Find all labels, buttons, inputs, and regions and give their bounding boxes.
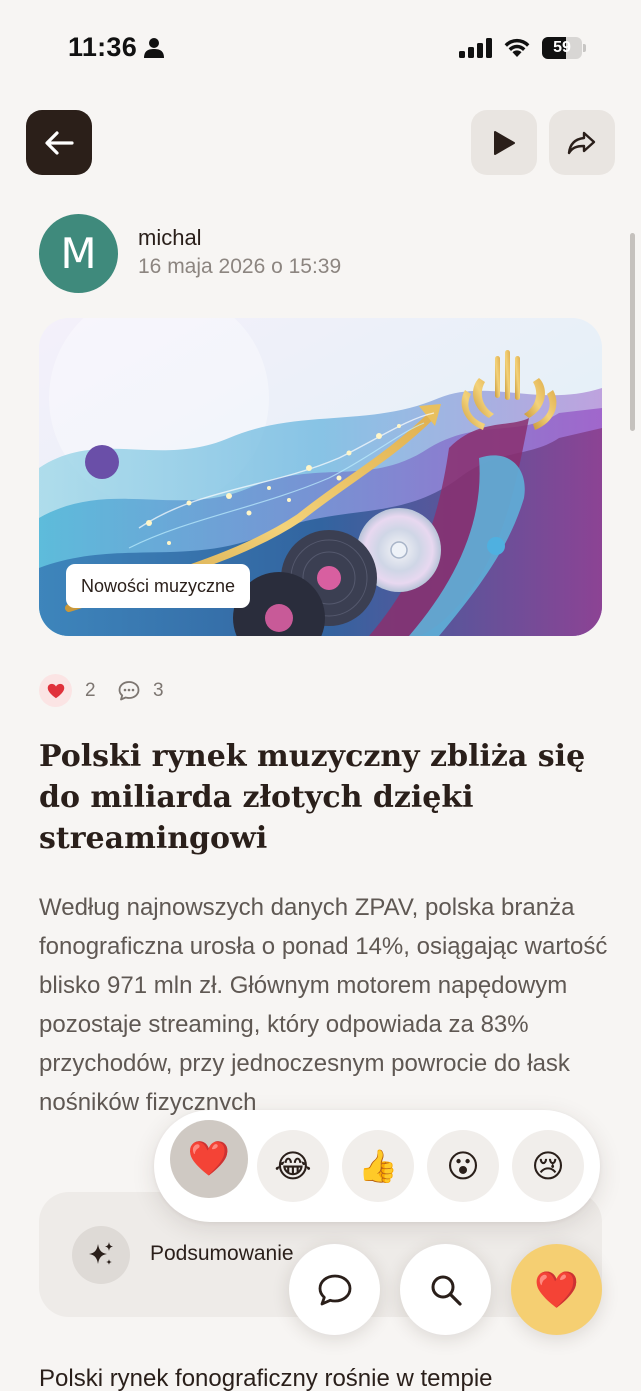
reaction-picker: ❤️ 😂 👍 😮 😢 — [154, 1110, 600, 1222]
scroll-indicator[interactable] — [630, 233, 635, 431]
sparkle-icon — [72, 1226, 130, 1284]
article-title: Polski rynek muzyczny zbliża się do mili… — [39, 739, 586, 856]
like-count: 2 — [85, 680, 96, 701]
search-button[interactable] — [400, 1244, 491, 1335]
reaction-laugh[interactable]: 😂 — [257, 1130, 329, 1202]
reaction-thumbs-up[interactable]: 👍 — [342, 1130, 414, 1202]
article-lead: Według najnowszych danych ZPAV, polska b… — [39, 894, 608, 1116]
share-icon — [567, 131, 596, 154]
back-button[interactable] — [26, 110, 92, 175]
hero-image[interactable]: Nowości muzyczne — [39, 318, 602, 636]
summary-label: Podsumowanie — [150, 1242, 294, 1265]
reaction-sad[interactable]: 😢 — [512, 1130, 584, 1202]
comment-button[interactable] — [289, 1244, 380, 1335]
play-audio-button[interactable] — [471, 110, 537, 175]
search-icon — [431, 1275, 462, 1306]
comment-icon[interactable] — [117, 679, 141, 703]
share-button[interactable] — [549, 110, 615, 175]
comment-count: 3 — [153, 680, 164, 701]
status-time: 11:36 — [68, 32, 138, 62]
like-indicator[interactable] — [39, 674, 72, 707]
arrow-left-icon — [45, 130, 74, 155]
post-date: 16 maja 2026 o 15:39 — [138, 255, 342, 278]
cellular-signal-icon — [459, 38, 492, 58]
category-tag[interactable]: Nowości muzyczne — [66, 564, 251, 608]
react-button[interactable]: ❤️ — [511, 1244, 602, 1335]
reaction-surprised[interactable]: 😮 — [427, 1130, 499, 1202]
reaction-heart[interactable]: ❤️ — [170, 1120, 248, 1198]
speech-bubble-icon — [318, 1274, 351, 1305]
article-body: Polski rynek fonograficzny rośnie w temp… — [39, 1365, 493, 1391]
author-name[interactable]: michal — [138, 225, 202, 251]
status-bar: 11:36 59 — [0, 0, 641, 96]
battery-percent: 59 — [553, 39, 571, 56]
person-icon — [144, 38, 164, 58]
heart-icon — [47, 683, 64, 698]
battery-indicator: 59 — [542, 37, 586, 59]
play-icon — [494, 130, 515, 155]
wifi-icon — [504, 38, 530, 57]
avatar[interactable]: M — [39, 214, 118, 293]
